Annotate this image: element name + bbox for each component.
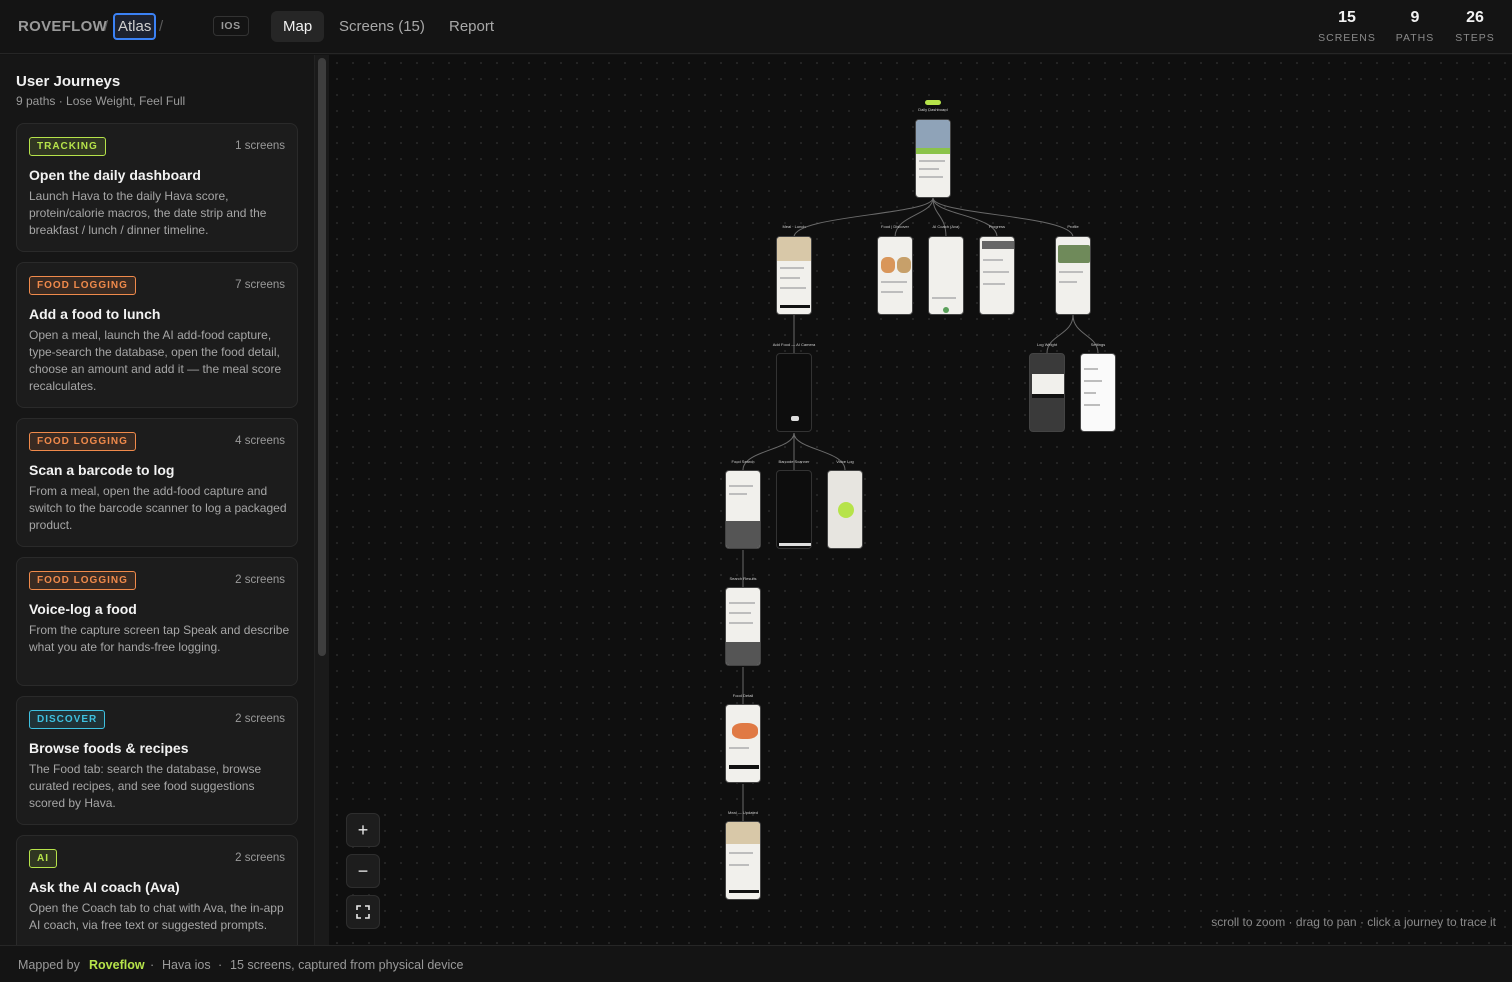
journey-tag: FOOD LOGGING [29, 432, 136, 451]
journey-desc: Open a meal, launch the AI add-food capt… [29, 328, 282, 393]
screen-node[interactable] [1029, 353, 1065, 432]
screen-node[interactable] [928, 236, 964, 315]
screen-node[interactable] [877, 236, 913, 315]
node-label: Voice Log [836, 459, 854, 464]
journey-tag: FOOD LOGGING [29, 571, 136, 590]
canvas-hint: scroll to zoom · drag to pan · click a j… [1211, 915, 1496, 929]
node-label: Daily Dashboard [918, 107, 948, 112]
sidebar-title: User Journeys [16, 73, 121, 90]
screen-node[interactable] [827, 470, 863, 549]
tab-map[interactable]: Map [271, 11, 325, 42]
screen-node[interactable] [725, 704, 761, 783]
screen-node[interactable] [725, 470, 761, 549]
node-label: Profile [1067, 224, 1079, 229]
journey-count: 4 screens [235, 435, 285, 447]
footer: Mapped by Roveflow · Hava ios · 15 scree… [0, 945, 1512, 982]
brand-logo[interactable]: ROVEFLOW [18, 18, 107, 35]
journey-title: Scan a barcode to log [29, 462, 175, 478]
footer-separator: · [150, 958, 155, 972]
journey-title: Browse foods & recipes [29, 740, 189, 756]
journey-desc: The Food tab: search the database, brows… [29, 762, 262, 810]
journey-tag: FOOD LOGGING [29, 276, 136, 295]
screen-node[interactable] [725, 587, 761, 666]
breadcrumb-project[interactable]: Atlas [113, 13, 157, 40]
journey-count: 2 screens [235, 852, 285, 864]
journey-count: 2 screens [235, 574, 285, 586]
journey-title: Voice-log a food [29, 601, 137, 617]
zoom-out-button[interactable]: − [346, 854, 380, 888]
journey-card[interactable]: FOOD LOGGING 2 screens Voice-log a food … [16, 557, 298, 686]
stat-label: SCREENS [1318, 32, 1376, 44]
screen-node[interactable] [915, 119, 951, 198]
journey-count: 7 screens [235, 279, 285, 291]
journey-title: Add a food to lunch [29, 306, 161, 322]
platform-badge: IOS [213, 16, 249, 36]
node-label: Search Results [729, 576, 757, 581]
journey-desc: From the capture screen tap Speak and de… [29, 623, 290, 654]
screen-node[interactable] [1080, 353, 1116, 432]
journey-card[interactable]: FOOD LOGGING 7 screens Add a food to lun… [16, 262, 298, 408]
screen-node[interactable] [979, 236, 1015, 315]
stat-steps: 26 STEPS [1454, 9, 1496, 44]
scrollbar-thumb[interactable] [318, 58, 326, 656]
journey-card[interactable]: AI 2 screens Ask the AI coach (Ava) Open… [16, 835, 298, 945]
stat-label: PATHS [1395, 32, 1435, 44]
journey-tag: AI [29, 849, 57, 868]
zoom-in-button[interactable]: + [346, 813, 380, 847]
footer-app-name: Hava ios [162, 958, 211, 972]
stat-label: STEPS [1455, 32, 1495, 44]
top-bar: ROVEFLOW / Atlas / IOS Map Screens (15) … [0, 0, 1512, 54]
journey-desc: From a meal, open the add-food capture a… [29, 484, 287, 532]
node-label: Progress [988, 224, 1005, 229]
journey-title: Ask the AI coach (Ava) [29, 879, 180, 895]
journey-card[interactable]: FOOD LOGGING 4 screens Scan a barcode to… [16, 418, 298, 547]
fit-view-button[interactable] [346, 895, 380, 929]
journey-count: 2 screens [235, 713, 285, 725]
footer-info: 15 screens, captured from physical devic… [230, 958, 464, 972]
journey-desc: Launch Hava to the daily Hava score, pro… [29, 189, 267, 237]
footer-mapped-by: Mapped by [18, 958, 80, 972]
screen-node[interactable] [1055, 236, 1091, 315]
footer-brand-link[interactable]: Roveflow [89, 958, 145, 972]
journey-card[interactable]: DISCOVER 2 screens Browse foods & recipe… [16, 696, 298, 825]
screen-node[interactable] [776, 236, 812, 315]
tab-screens[interactable]: Screens (15) [327, 11, 437, 42]
journey-desc: Open the Coach tab to chat with Ava, the… [29, 901, 284, 932]
stat-paths: 9 PATHS [1394, 9, 1436, 44]
journeys-sidebar: User Journeys 9 paths · Lose Weight, Fee… [0, 55, 314, 945]
node-label: Food Detail [732, 693, 754, 698]
journey-tag: DISCOVER [29, 710, 106, 729]
footer-separator: · [218, 958, 223, 972]
stat-value: 26 [1466, 9, 1484, 26]
journey-card[interactable]: TRACKING 1 screens Open the daily dashbo… [16, 123, 298, 252]
journey-tag: TRACKING [29, 137, 106, 156]
node-label: Meal · Lunch [782, 224, 806, 229]
tab-report[interactable]: Report [437, 11, 506, 42]
journey-title: Open the daily dashboard [29, 167, 201, 183]
screen-node[interactable] [776, 353, 812, 432]
breadcrumb-separator: / [159, 18, 164, 35]
node-label: Meal — Updated [727, 810, 758, 815]
node-label: Add Food — AI Camera [772, 342, 816, 347]
flow-map-canvas[interactable]: Daily Dashboard Meal · Lunch Food | Disc… [329, 55, 1512, 945]
stat-value: 15 [1338, 9, 1356, 26]
start-badge [925, 100, 941, 105]
journey-count: 1 screens [235, 140, 285, 152]
node-label: Settings [1090, 342, 1106, 347]
breadcrumb-separator: / [104, 18, 109, 35]
screen-node[interactable] [776, 470, 812, 549]
sidebar-subtitle: 9 paths · Lose Weight, Feel Full [16, 94, 186, 108]
stat-screens: 15 SCREENS [1318, 9, 1376, 44]
stat-value: 9 [1410, 9, 1420, 26]
fullscreen-icon [356, 905, 370, 919]
screen-node[interactable] [725, 821, 761, 900]
